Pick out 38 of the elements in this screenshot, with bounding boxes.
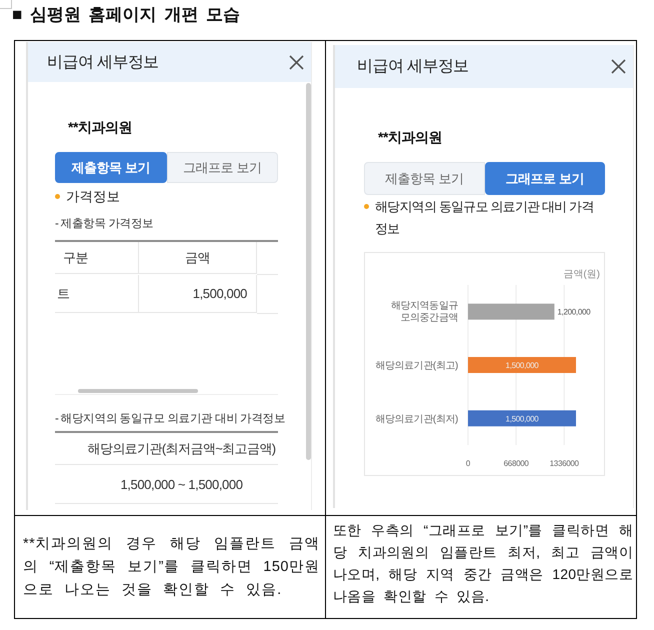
page-title: ■ 심평원 홈페이지 개편 모습	[12, 4, 240, 26]
view-tab[interactable]: 제출항목 보기	[55, 152, 166, 183]
axis-tick-label: 1336000	[550, 459, 579, 468]
vertical-scrollbar[interactable]	[306, 83, 311, 460]
table-cell: 1,500,000	[139, 275, 257, 313]
panel-title: 비급여 세부정보	[357, 57, 469, 77]
axis-tick-label: 668000	[504, 459, 529, 468]
bar-value-label: 1,500,000	[506, 361, 538, 370]
bullet-dot-icon	[55, 194, 60, 198]
bar-value-label: 1,200,000	[557, 308, 590, 317]
clinic-name: **치과의원	[377, 128, 442, 147]
panel-title: 비급여 세부정보	[47, 52, 159, 72]
view-tab[interactable]: 그래프로 보기	[166, 152, 278, 183]
table-cell: 트	[55, 275, 139, 313]
close-icon[interactable]	[289, 54, 304, 70]
horizontal-scrollbar[interactable]	[78, 389, 198, 393]
bullet-dot-icon	[364, 204, 369, 208]
note-text: **치과의원의 경우 해당 임플란트 금액의 “제출항목 보기”를 클릭하면 150만원으로 나오는 것을 확인할 수 있음.	[23, 534, 320, 600]
bar-value-label: 1,500,000	[506, 414, 538, 424]
subsection-title: - 해당지역의 동일규모 의료기관 대비 가격정보	[55, 412, 286, 427]
clinic-name: **치과의원	[67, 118, 132, 137]
table-cell: 1,500,000 ~ 1,500,000	[55, 465, 278, 504]
view-tab[interactable]: 제출항목 보기	[364, 162, 484, 195]
table-header-cell: 구분	[55, 242, 139, 274]
close-icon[interactable]	[611, 59, 626, 74]
axis-tick-label: 0	[466, 459, 470, 468]
corner-mark-icon	[0, 0, 12, 9]
table-header-cell: 금액	[139, 242, 257, 274]
note-text: 또한 우측의 “그래프로 보기”를 클릭하면 해당 치과의원의 임플란트 최저, 최고 금액이 나오며, 해당 지역 중간 금액은 120만원으로 나옴을 확인할 수 있음.	[333, 521, 633, 606]
category-label: 해당의료기관(최고)	[375, 360, 458, 372]
view-tab[interactable]: 그래프로 보기	[484, 162, 605, 195]
section-title: 해당지역의 동일규모 의료기관 대비 가격 정보	[375, 198, 595, 238]
category-label: 해당의료기관(최저)	[375, 414, 458, 425]
axis-title: 금액(원)	[563, 269, 600, 280]
table-header-cell: 해당의료기관(최저금액~최고금액)	[55, 433, 278, 465]
category-label: 해당지역동일규모의중간금액	[390, 300, 458, 324]
section-title: 가격정보	[66, 188, 120, 206]
subsection-title: - 제출항목 가격정보	[55, 217, 154, 232]
